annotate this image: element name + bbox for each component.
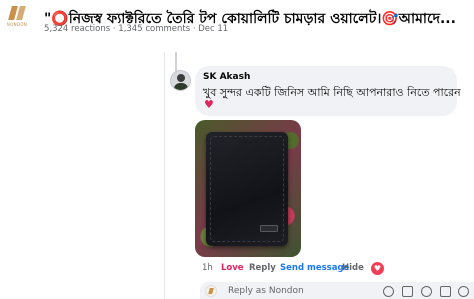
heart-emoji-icon: ♥ <box>204 98 214 111</box>
emoji-icon[interactable] <box>421 286 432 297</box>
post-meta: 5,324 reactions · 1,345 comments · Dec 1… <box>44 24 228 34</box>
post-date[interactable]: Dec 11 <box>198 24 228 34</box>
avatar-sticker-icon[interactable] <box>383 286 394 297</box>
page-logo[interactable]: NONDON <box>5 6 29 32</box>
commenter-avatar[interactable] <box>170 70 191 91</box>
comment-photo[interactable] <box>195 120 301 257</box>
camera-icon[interactable] <box>402 286 413 297</box>
comment-text: খুব সুন্দর একটি জিনিস আমি নিছি আপনারাও ন… <box>203 86 461 99</box>
love-reaction-icon[interactable]: ♥ <box>371 262 384 275</box>
reaction-count[interactable]: 5,324 reactions <box>44 24 110 34</box>
logo-mark-icon <box>7 6 27 20</box>
love-button[interactable]: Love <box>221 263 244 273</box>
comment-time[interactable]: 1h <box>202 263 213 273</box>
facebook-post-page: NONDON "⭕নিজস্ব ফ্যাক্টরিতে তৈরি টপ কোয়… <box>0 0 474 299</box>
send-message-button[interactable]: Send message <box>280 263 349 273</box>
comment-count[interactable]: 1,345 comments <box>118 24 190 34</box>
comment-author[interactable]: SK Akash <box>203 72 250 82</box>
sticker-icon[interactable] <box>458 286 469 297</box>
page-avatar <box>205 285 217 297</box>
wallet-image <box>206 132 288 246</box>
comment-bubble: SK Akash খুব সুন্দর একটি জিনিস আমি নিছি … <box>195 66 461 116</box>
hide-button[interactable]: Hide <box>342 263 364 273</box>
gif-icon[interactable] <box>440 286 451 297</box>
reply-button[interactable]: Reply <box>249 263 276 273</box>
post-header: NONDON "⭕নিজস্ব ফ্যাক্টরিতে তৈরি টপ কোয়… <box>0 0 474 48</box>
reply-input[interactable] <box>228 284 368 298</box>
logo-word: NONDON <box>6 22 28 27</box>
